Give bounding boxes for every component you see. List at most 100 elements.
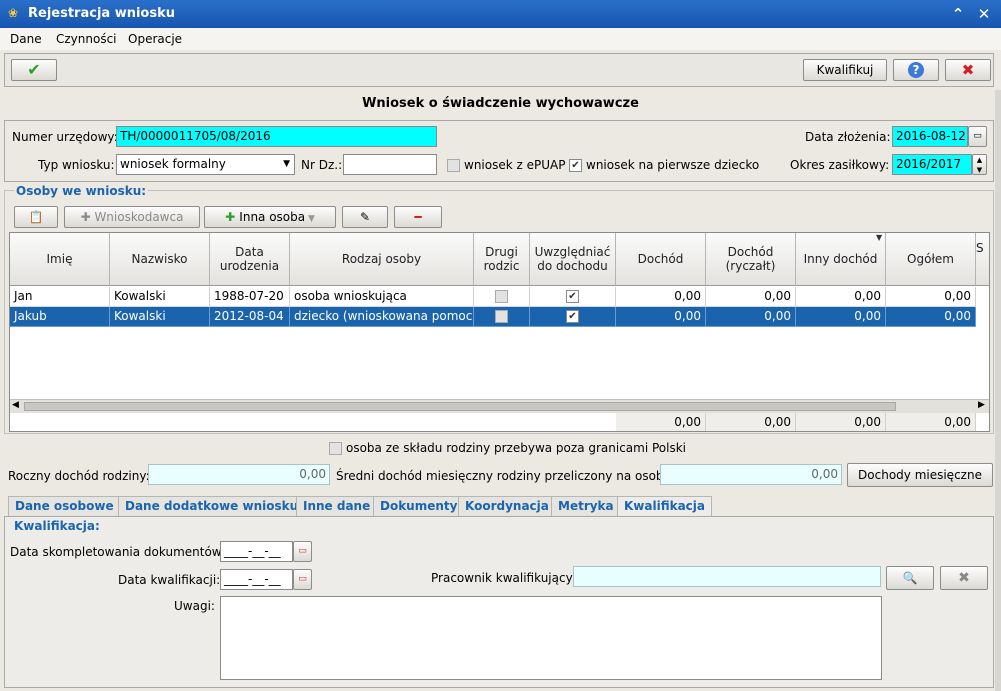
epuap-checkbox[interactable] (447, 159, 460, 172)
col-header-uwzgl[interactable]: Uwzględniać do dochodu (530, 233, 616, 286)
total-ryczalt: 0,00 (706, 413, 796, 431)
scroll-right-icon[interactable]: ▶ (978, 400, 985, 410)
okres-label: Okres zasiłkowy: (790, 158, 890, 172)
col-header-ogolem[interactable]: Ogółem (886, 233, 976, 286)
ok-button[interactable]: ✔ (11, 59, 57, 81)
pracownik-input[interactable] (573, 566, 881, 587)
edit-icon: ✎ (359, 210, 371, 224)
data-kompl-label: Data skompletowania dokumentów: (10, 545, 225, 559)
chevron-down-icon: ▼ (305, 214, 315, 224)
data-kwal-input[interactable]: ____-__-__ (220, 569, 293, 590)
total-ogolem: 0,00 (886, 413, 976, 431)
plus-icon: ✚ (80, 210, 95, 224)
poza-checkbox[interactable] (329, 442, 342, 455)
check-icon: ✔ (27, 60, 41, 79)
menu-czynnosci[interactable]: Czynności (56, 32, 117, 46)
menu-dane[interactable]: Dane (10, 32, 42, 46)
window-edge (995, 90, 1001, 691)
scroll-thumb[interactable] (24, 402, 896, 411)
kwalifikuj-button[interactable]: Kwalifikuj (803, 59, 887, 81)
title-bar: ❀ Rejestracja wniosku ⌃ ✕ (0, 0, 1001, 28)
col-header-imie[interactable]: Imię (10, 233, 110, 286)
drugi-checkbox[interactable] (495, 310, 508, 323)
toolbar: ✔ Kwalifikuj ? ✖ (4, 53, 994, 87)
cell-imie: Jakub (10, 307, 110, 327)
total-dochod: 0,00 (616, 413, 706, 431)
wnioskodawca-label: Wnioskodawca (94, 210, 184, 224)
cell-uwzgl: ✔ (530, 307, 616, 327)
roczny-input[interactable]: 0,00 (148, 464, 330, 485)
sredni-label: Średni dochód miesięczny rodziny przelic… (336, 469, 675, 483)
data-kwal-label: Data kwalifikacji: (118, 573, 221, 587)
col-header-rodzaj[interactable]: Rodzaj osoby (290, 233, 474, 286)
sredni-input[interactable]: 0,00 (660, 464, 842, 485)
tab-inne-dane[interactable]: Inne dane (296, 496, 378, 516)
col-header-s[interactable]: S (976, 233, 989, 286)
cell-imie: Jan (10, 287, 110, 307)
wnioskodawca-button[interactable]: ✚ Wnioskodawca (64, 206, 200, 228)
pierwsze-checkbox[interactable]: ✔ (569, 159, 582, 172)
clipboard-icon: 📋 (28, 210, 44, 224)
uwzgl-checkbox[interactable]: ✔ (566, 290, 579, 303)
cell-data: 1988-07-20 (210, 287, 290, 307)
minus-icon: ━ (414, 210, 422, 224)
cell-ogolem: 0,00 (886, 287, 976, 307)
okres-input[interactable]: 2016/2017 (892, 154, 972, 175)
cell-data: 2012-08-04 (210, 307, 290, 327)
data-kompl-input[interactable]: ____-__-__ (220, 541, 293, 562)
col-header-nazwisko[interactable]: Nazwisko (110, 233, 210, 286)
tab-koordynacja[interactable]: Koordynacja (458, 496, 556, 516)
minimize-icon[interactable]: ⌃ (948, 4, 968, 24)
close-icon[interactable]: ✕ (974, 4, 994, 24)
help-icon: ? (908, 62, 924, 78)
calendar-icon[interactable]: ▭ (293, 541, 312, 562)
pracownik-label: Pracownik kwalifikujący: (431, 571, 576, 585)
typ-select-value: wniosek formalny (120, 157, 226, 171)
chevron-down-icon: ▼ (283, 159, 290, 169)
col-header-inny[interactable]: Inny dochód (796, 233, 886, 286)
edit-button[interactable]: ✎ (342, 206, 388, 228)
okres-spinner[interactable]: ▲ ▼ (972, 154, 987, 175)
clear-icon: ✖ (958, 570, 970, 586)
window-title: Rejestracja wniosku (28, 6, 175, 21)
col-header-data[interactable]: Data urodzenia (210, 233, 290, 286)
col-header-dochod[interactable]: Dochód (616, 233, 706, 286)
cell-rodzaj: dziecko (wnioskowana pomoc) (290, 307, 474, 327)
uwagi-label: Uwagi: (174, 599, 215, 613)
cell-ogolem: 0,00 (886, 307, 976, 327)
col-header-ryczalt[interactable]: Dochód (ryczałt) (706, 233, 796, 286)
page-title: Wniosek o świadczenie wychowawcze (362, 96, 639, 111)
remove-button[interactable]: ━ (394, 206, 442, 228)
tab-dane-osobowe[interactable]: Dane osobowe (8, 496, 121, 516)
clear-button[interactable]: ✖ (940, 566, 988, 590)
epuap-label: wniosek z ePUAP (464, 158, 566, 172)
dochody-miesieczne-button[interactable]: Dochody miesięczne (847, 463, 993, 487)
tab-metryka[interactable]: Metryka (551, 496, 621, 516)
app-icon: ❀ (8, 6, 19, 20)
inna-osoba-button[interactable]: ✚ Inna osoba ▼ (204, 206, 336, 228)
cell-rodzaj: osoba wnioskująca (290, 287, 474, 307)
cancel-icon: ✖ (961, 61, 975, 79)
calendar-icon[interactable]: ▭ (968, 126, 987, 147)
nrdz-input[interactable] (343, 154, 437, 175)
data-zlozenia-input[interactable]: 2016-08-12 (892, 126, 968, 147)
cell-inny: 0,00 (796, 307, 886, 327)
horizontal-scrollbar[interactable]: ◀ ▶ (10, 399, 989, 413)
uwagi-textarea[interactable] (220, 596, 882, 680)
col-header-drugi[interactable]: Drugi rodzic (474, 233, 530, 286)
drugi-checkbox[interactable] (495, 290, 508, 303)
menu-operacje[interactable]: Operacje (128, 32, 182, 46)
calendar-icon[interactable]: ▭ (293, 569, 312, 590)
tab-dokumenty[interactable]: Dokumenty (373, 496, 465, 516)
help-button[interactable]: ? (893, 59, 939, 81)
import-button[interactable]: 📋 (14, 206, 58, 228)
tab-dane-dodatkowe[interactable]: Dane dodatkowe wniosku (118, 496, 306, 516)
cancel-button[interactable]: ✖ (945, 59, 991, 81)
tab-kwalifikacja[interactable]: Kwalifikacja (617, 496, 713, 516)
scroll-left-icon[interactable]: ◀ (12, 400, 19, 410)
typ-select[interactable]: wniosek formalny ▼ (116, 154, 295, 175)
numer-input[interactable]: TH/0000011705/08/2016 (116, 126, 437, 147)
search-button[interactable]: 🔍 (886, 566, 934, 590)
uwzgl-checkbox[interactable]: ✔ (566, 310, 579, 323)
osoby-title: Osoby we wniosku: (14, 184, 149, 198)
